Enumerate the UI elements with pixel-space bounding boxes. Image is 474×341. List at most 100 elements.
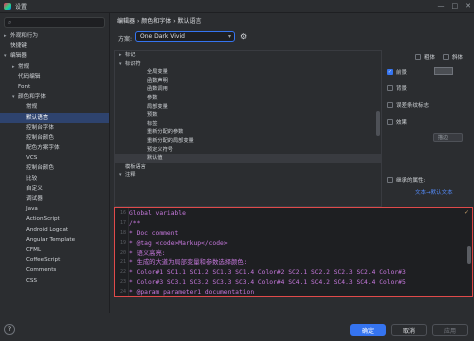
line-number: 21 — [119, 259, 126, 266]
effects-option[interactable]: 效果 — [387, 118, 407, 126]
sidebar-item[interactable]: VCS — [0, 153, 109, 163]
foreground-label: 前景 — [396, 70, 408, 76]
breadcrumb-separator: › — [136, 18, 140, 25]
background-label: 背景 — [396, 86, 408, 92]
help-icon[interactable]: ? — [4, 324, 15, 335]
tree-row[interactable]: 预定义符号 — [115, 146, 381, 155]
tree-row[interactable]: 全局变量 — [115, 68, 381, 77]
sidebar-item-label: 默认语言 — [26, 114, 49, 121]
sidebar-item[interactable]: Font — [0, 82, 109, 92]
gear-icon[interactable]: ⚙ — [240, 32, 247, 41]
sidebar-item[interactable]: CSS — [0, 276, 109, 286]
settings-search-input[interactable]: ⌕ — [4, 17, 105, 28]
scheme-select[interactable]: One Dark Vivid ▾ — [135, 31, 235, 42]
tree-row[interactable]: ▾ 标识符 — [115, 60, 381, 69]
background-checkbox[interactable] — [387, 85, 393, 91]
inherit-option[interactable]: 继承的属性: — [387, 176, 425, 184]
foreground-checkbox[interactable]: ✓ — [387, 69, 393, 75]
error-stripe-option[interactable]: 误差条纹标志 — [387, 101, 429, 109]
sidebar-item[interactable]: 控制台字体 — [0, 123, 109, 133]
tree-row[interactable]: 函数调用 — [115, 85, 381, 94]
sidebar-item[interactable]: 调试器 — [0, 194, 109, 204]
tree-row[interactable]: 模板语言 — [115, 163, 381, 172]
code-text: * @tag <code>Markup</code> — [129, 239, 228, 247]
tree-row[interactable]: 标签 — [115, 120, 381, 129]
foreground-option[interactable]: ✓ 前景 — [387, 68, 407, 76]
error-stripe-checkbox[interactable] — [387, 102, 393, 108]
sidebar-item[interactable]: ▾ 颜色和字体 — [0, 92, 109, 102]
tree-scrollbar[interactable] — [376, 111, 380, 136]
sidebar-item-label: CSS — [26, 277, 38, 284]
sidebar-item-label: 颜色和字体 — [18, 94, 46, 101]
tree-row-label: 重新分配的参数 — [147, 129, 184, 136]
code-line: 17/** — [115, 219, 470, 229]
inherit-link[interactable]: 文本→默认文本 — [415, 188, 453, 196]
bold-option[interactable]: 粗体 — [415, 53, 435, 61]
inherit-checkbox[interactable] — [387, 177, 393, 183]
settings-sidebar: ⌕ ▸ 外观和行为 快捷键 ▾ 编辑器 ▸ 常规 代码编辑 Font ▾ 颜色和字体 常规默认语言控制… — [0, 13, 110, 313]
cancel-button[interactable]: 取消 — [391, 324, 427, 336]
sidebar-item[interactable]: 控制台颜色 — [0, 163, 109, 173]
sidebar-item[interactable]: ▸ 外观和行为 — [0, 31, 109, 41]
sidebar-item[interactable]: 自定义 — [0, 184, 109, 194]
code-preview[interactable]: 16 Global variable 17/** 18 * Doc comment 19… — [114, 207, 473, 297]
sidebar-item-label: CoffeeScript — [26, 257, 61, 264]
sidebar-item[interactable]: Angular Template — [0, 235, 109, 245]
settings-nav: ▸ 外观和行为 快捷键 ▾ 编辑器 ▸ 常规 代码编辑 Font ▾ 颜色和字体 常规默认语言控制台字… — [0, 31, 109, 286]
tree-row-label: 局部变量 — [147, 103, 168, 110]
sidebar-item[interactable]: 常规 — [0, 102, 109, 112]
italic-option[interactable]: 斜体 — [443, 53, 463, 61]
sidebar-item[interactable]: ▸ 常规 — [0, 62, 109, 72]
close-icon[interactable]: ✕ — [465, 2, 471, 10]
code-text: /** — [129, 219, 141, 227]
sidebar-item[interactable]: CFML — [0, 245, 109, 255]
foreground-color-swatch[interactable] — [434, 67, 453, 75]
tree-row[interactable]: 函数声明 — [115, 77, 381, 86]
maximize-icon[interactable]: □ — [452, 2, 459, 10]
code-text: * Doc comment — [129, 229, 179, 237]
sidebar-item[interactable]: CoffeeScript — [0, 255, 109, 265]
scheme-value: One Dark Vivid — [140, 33, 185, 40]
code-line: 24 * @param parameter1 documentation — [115, 288, 470, 296]
sidebar-item-label: Comments — [26, 267, 57, 274]
sidebar-item[interactable]: ActionScript — [0, 214, 109, 224]
tree-row[interactable]: ▸ 标记 — [115, 51, 381, 60]
error-stripe-label: 误差条纹标志 — [396, 103, 430, 109]
editor-scrollbar[interactable] — [467, 246, 471, 264]
sidebar-item[interactable]: 配色方案字体 — [0, 143, 109, 153]
tree-row-label: 标识符 — [125, 60, 141, 67]
effects-checkbox[interactable] — [387, 119, 393, 125]
tree-row[interactable]: ▾ 注释 — [115, 171, 381, 180]
background-option[interactable]: 背景 — [387, 84, 407, 92]
bold-checkbox[interactable] — [415, 54, 421, 60]
sidebar-item[interactable]: Java — [0, 204, 109, 214]
sidebar-item[interactable]: 代码编辑 — [0, 72, 109, 82]
sidebar-item[interactable]: 控制台颜色 — [0, 133, 109, 143]
italic-checkbox[interactable] — [443, 54, 449, 60]
sidebar-item[interactable]: Comments — [0, 265, 109, 275]
sidebar-item-label: 外观和行为 — [10, 33, 38, 39]
sidebar-item[interactable]: 比较 — [0, 174, 109, 184]
tree-row-label: 标签 — [147, 120, 158, 127]
tree-row[interactable]: 默认值 — [115, 154, 381, 163]
main-panel: 编辑器 › 颜色和字体 › 默认语言 方案: One Dark Vivid ▾ … — [111, 13, 474, 313]
tree-row[interactable]: 局部变量 — [115, 103, 381, 112]
apply-button[interactable]: 应用 — [432, 324, 468, 336]
sidebar-item-label: CFML — [26, 246, 42, 253]
tree-row[interactable]: 参数 — [115, 94, 381, 103]
tree-row[interactable]: 预数 — [115, 111, 381, 120]
breadcrumb-colors[interactable]: 颜色和字体 — [141, 18, 171, 25]
sidebar-item[interactable]: Android Logcat — [0, 225, 109, 235]
sidebar-item[interactable]: 快捷键 — [0, 41, 109, 51]
sidebar-item-label: ActionScript — [26, 216, 60, 223]
code-text: * 生成的大道为局部变量和参数选择颜色: — [129, 259, 248, 267]
tree-row[interactable]: 重新分配的参数 — [115, 128, 381, 137]
breadcrumb-editor[interactable]: 编辑器 — [117, 18, 135, 25]
sidebar-item[interactable]: ▾ 编辑器 — [0, 51, 109, 61]
search-icon: ⌕ — [8, 18, 12, 26]
effect-select[interactable]: 描边 — [433, 133, 463, 142]
minimize-icon[interactable]: — — [438, 2, 445, 10]
sidebar-item[interactable]: 默认语言 — [0, 112, 109, 123]
tree-row[interactable]: 重新分配的局部变量 — [115, 137, 381, 146]
ok-button[interactable]: 确定 — [350, 324, 386, 336]
